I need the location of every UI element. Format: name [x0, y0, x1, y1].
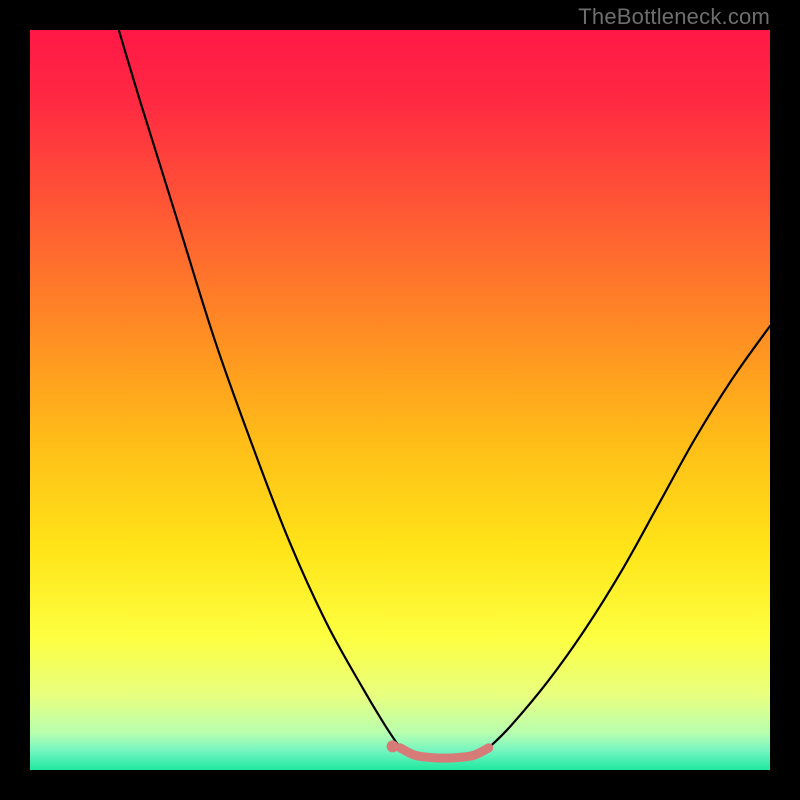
- valley-floor-accent: [400, 748, 489, 758]
- right-curve: [489, 326, 770, 748]
- watermark-text: TheBottleneck.com: [578, 4, 770, 30]
- left-curve: [119, 30, 400, 748]
- plot-area: [30, 30, 770, 770]
- curve-layer: [30, 30, 770, 770]
- valley-left-dot: [387, 740, 399, 752]
- chart-frame: TheBottleneck.com: [0, 0, 800, 800]
